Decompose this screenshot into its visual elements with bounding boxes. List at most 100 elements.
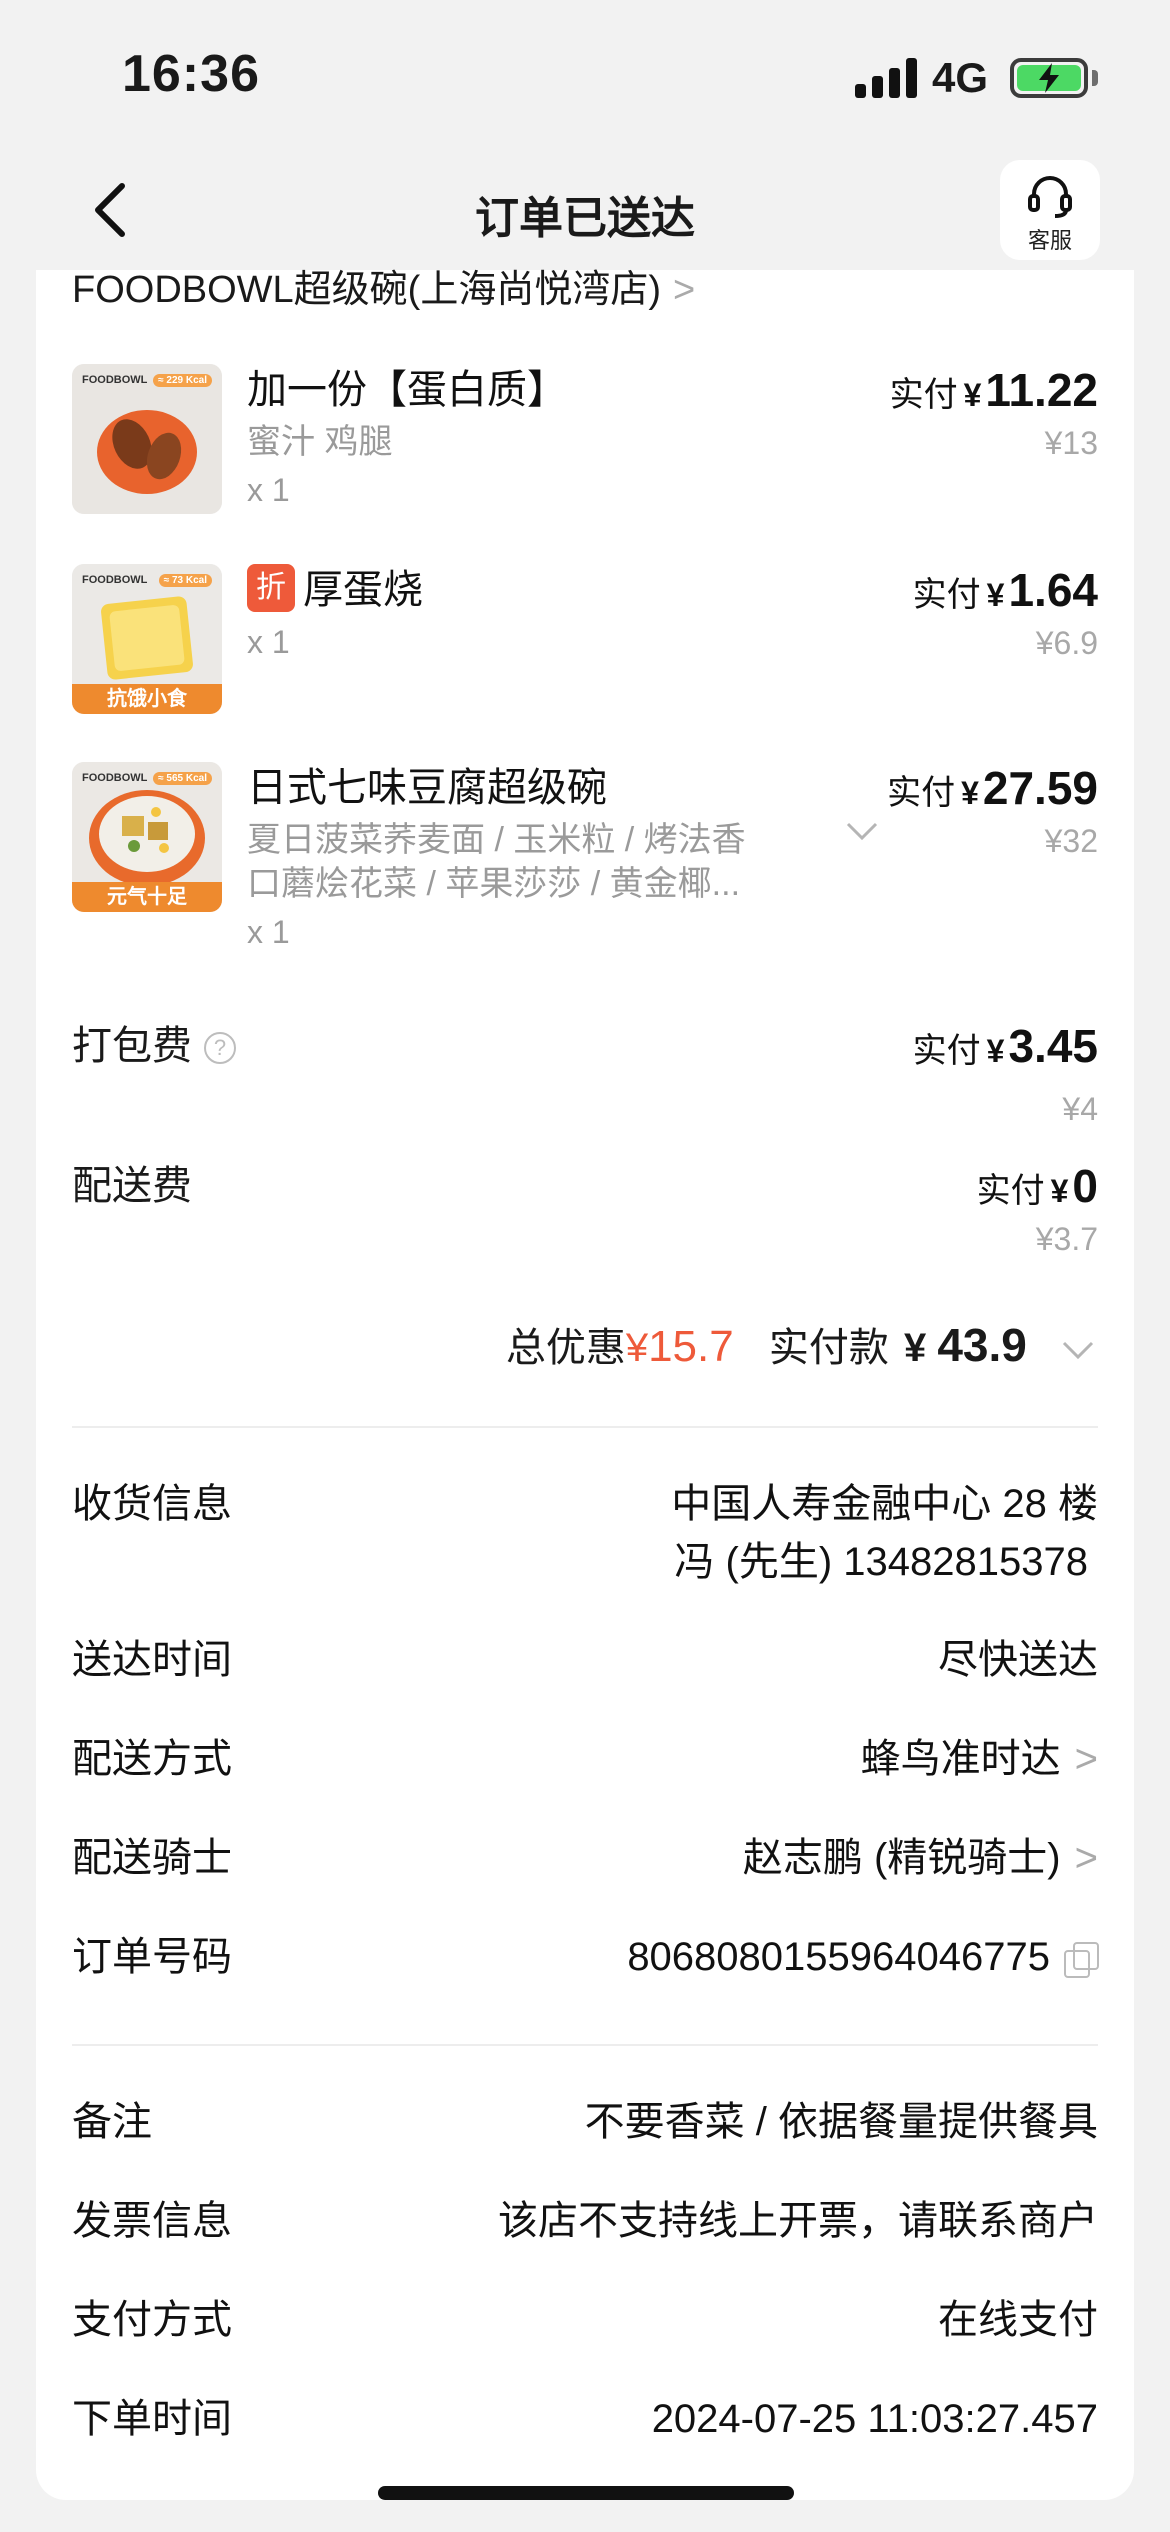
price-block: 实付 ¥11.22 ¥13: [890, 364, 1098, 465]
thumb-kcal: ≈ 229 Kcal: [153, 374, 212, 387]
info-row-order-time: 下单时间 2024-07-25 11:03:27.457: [72, 2391, 1098, 2447]
item-sub-line2: 口蘑烩花菜 / 苹果莎莎 / 黄金椰...: [247, 865, 741, 903]
item-thumbnail: FOODBOWL ≈ 229 Kcal: [72, 364, 222, 514]
customer-service-button[interactable]: 客服: [1000, 160, 1100, 260]
paid-amount: 11.22: [985, 364, 1098, 416]
price-block: 实付 ¥1.64 ¥6.9: [913, 564, 1098, 665]
price-block: 实付 ¥27.59 ¥32: [887, 762, 1098, 863]
info-row-address: 收货信息 中国人寿金融中心 28 楼 冯 (先生) 13482815378: [72, 1476, 1098, 1596]
info-row-delivery-method[interactable]: 配送方式 蜂鸟准时达 >: [72, 1731, 1098, 1787]
price-block: 实付 ¥0 ¥3.7: [977, 1160, 1098, 1261]
discount-value: ¥15.7: [625, 1322, 734, 1371]
network-label: 4G: [932, 54, 989, 101]
currency: ¥: [986, 577, 1005, 613]
total-label: 实付款: [768, 1326, 889, 1370]
status-time: 16:36: [122, 45, 260, 103]
paid-label: 实付: [912, 1032, 981, 1070]
discount-label: 总优惠: [505, 1326, 626, 1370]
thumb-kcal: ≈ 565 Kcal: [153, 772, 212, 785]
paid-label: 实付: [889, 376, 958, 414]
thumb-tag: 元气十足: [72, 882, 222, 912]
paid-label: 实付: [976, 1172, 1045, 1210]
currency: ¥: [961, 775, 979, 811]
info-row-rider[interactable]: 配送骑士 赵志鹏 (精锐骑士) >: [72, 1830, 1098, 1886]
item-thumbnail: FOODBOWL ≈ 73 Kcal 抗饿小食: [72, 564, 222, 714]
nav-bar: 订单已送达 客服: [0, 150, 1170, 270]
item-name: 加一份【蛋白质】: [247, 368, 567, 412]
signal-icon: [855, 58, 917, 98]
info-label: 发票信息: [72, 2199, 232, 2243]
paid-amount: 3.45: [1008, 1020, 1098, 1072]
item-name: 厚蛋烧: [303, 568, 423, 612]
order-time: 2024-07-25 11:03:27.457: [651, 2397, 1098, 2441]
headset-icon: [1028, 176, 1072, 218]
item-sub: 蜜汁 鸡腿: [247, 423, 393, 461]
paid-label: 实付: [887, 774, 956, 812]
address-line2: 冯 (先生) 13482815378: [674, 1540, 1088, 1584]
info-row-remark: 备注 不要香菜 / 依据餐量提供餐具: [72, 2094, 1098, 2150]
fee-label: 配送费: [72, 1164, 192, 1208]
delivery-fee-row: 配送费 实付 ¥0 ¥3.7: [72, 1160, 1098, 1270]
info-label: 配送方式: [72, 1737, 232, 1781]
help-icon[interactable]: ?: [204, 1032, 236, 1065]
info-row-delivery-time: 送达时间 尽快送达: [72, 1632, 1098, 1688]
page-title: 订单已送达: [475, 194, 695, 243]
currency: ¥: [1050, 1173, 1069, 1209]
item-qty: x 1: [247, 914, 290, 950]
total-amount: 43.9: [937, 1319, 1027, 1371]
original-price: ¥3.7: [1035, 1221, 1098, 1257]
thumb-kcal: ≈ 73 Kcal: [158, 574, 212, 587]
info-label: 配送骑士: [72, 1836, 232, 1880]
customer-service-label: 客服: [1027, 228, 1072, 253]
info-label: 送达时间: [72, 1638, 232, 1682]
copy-icon[interactable]: [1064, 1942, 1099, 1979]
paid-amount: 27.59: [982, 762, 1098, 814]
address-line1: 中国人寿金融中心 28 楼: [671, 1482, 1098, 1526]
thumb-tag: 抗饿小食: [72, 684, 222, 714]
delivery-time: 尽快送达: [938, 1638, 1098, 1682]
payment-method: 在线支付: [938, 2298, 1098, 2342]
shop-link[interactable]: FOODBOWL超级碗(上海尚悦湾店) >: [72, 270, 695, 310]
item-qty: x 1: [247, 624, 290, 660]
invoice-info: 该店不支持线上开票，请联系商户: [498, 2199, 1098, 2243]
divider: [72, 1426, 1098, 1428]
discount-badge: 折: [247, 564, 295, 612]
delivery-method: 蜂鸟准时达: [860, 1737, 1061, 1781]
chevron-down-icon[interactable]: [842, 816, 882, 846]
currency: ¥: [986, 1033, 1005, 1069]
item-sub-line1: 夏日菠菜荞麦面 / 玉米粒 / 烤法香: [247, 821, 746, 859]
info-row-invoice: 发票信息 该店不支持线上开票，请联系商户: [72, 2193, 1098, 2249]
info-label: 订单号码: [72, 1935, 232, 1979]
thumb-brand: FOODBOWL: [82, 574, 148, 586]
info-label: 支付方式: [72, 2298, 232, 2342]
paid-amount: 0: [1072, 1160, 1098, 1212]
chevron-down-icon: [1062, 1342, 1094, 1360]
chevron-right-icon: >: [1074, 1836, 1098, 1880]
item-name: 日式七味豆腐超级碗: [247, 766, 607, 810]
chevron-right-icon: >: [672, 269, 696, 311]
battery-icon: [1010, 58, 1088, 98]
info-row-order-number: 订单号码 8068080155964046775: [72, 1929, 1099, 1985]
currency: ¥: [625, 1326, 649, 1370]
chevron-right-icon: >: [1074, 1737, 1098, 1781]
order-summary[interactable]: 总优惠¥15.7 实付款 ¥ 43.9: [506, 1315, 1098, 1378]
item-name-row: 折厚蛋烧: [247, 564, 423, 616]
thumb-brand: FOODBOWL: [82, 374, 148, 386]
thumb-brand: FOODBOWL: [82, 772, 148, 784]
battery-tip: [1092, 70, 1098, 86]
item-qty: x 1: [247, 472, 290, 508]
paid-label: 实付: [912, 576, 981, 614]
item-thumbnail: FOODBOWL ≈ 565 Kcal 元气十足: [72, 762, 222, 912]
order-item[interactable]: FOODBOWL ≈ 565 Kcal 元气十足 日式七味豆腐超级碗 夏日菠菜荞…: [72, 762, 1098, 962]
order-card: FOODBOWL超级碗(上海尚悦湾店) > FOODBOWL ≈ 229 Kcal…: [36, 270, 1134, 2500]
currency: ¥: [963, 377, 982, 413]
info-row-payment: 支付方式 在线支付: [72, 2292, 1098, 2348]
home-indicator[interactable]: [378, 2486, 794, 2500]
info-label: 收货信息: [72, 1482, 232, 1526]
order-item[interactable]: FOODBOWL ≈ 229 Kcal 加一份【蛋白质】 蜜汁 鸡腿 x 1 实…: [72, 364, 1098, 524]
original-price: ¥4: [1062, 1091, 1098, 1127]
order-item[interactable]: FOODBOWL ≈ 73 Kcal 抗饿小食 折厚蛋烧 x 1 实付 ¥1.64…: [72, 564, 1098, 724]
original-price: ¥6.9: [1035, 625, 1098, 661]
divider: [72, 2044, 1098, 2046]
status-bar: 16:36 4G: [0, 0, 1170, 150]
